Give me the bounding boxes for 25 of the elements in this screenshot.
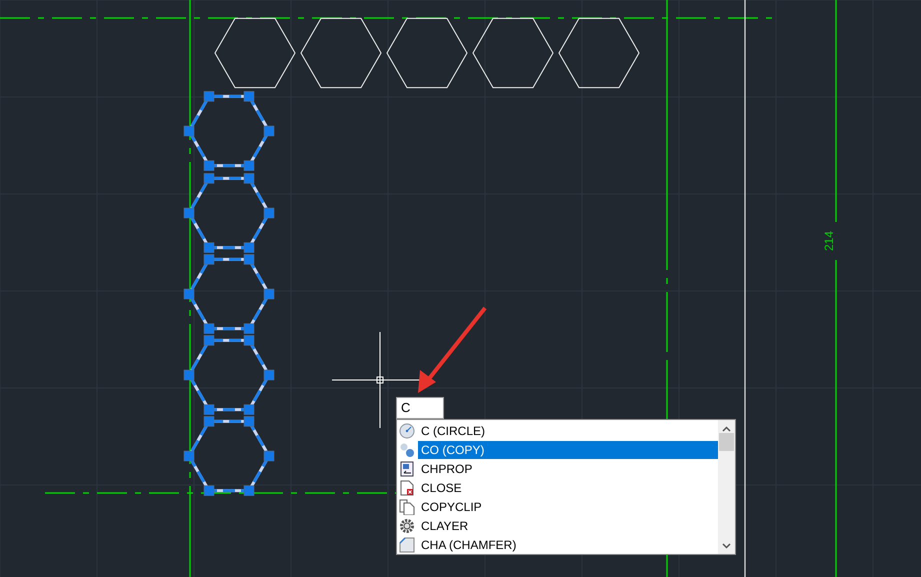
- circle-icon: [399, 422, 415, 438]
- command-input-field[interactable]: C: [396, 397, 444, 419]
- selected-hexagon[interactable]: [184, 416, 274, 496]
- command-suggestion[interactable]: CLAYER: [418, 516, 718, 534]
- document-close-icon: [399, 480, 415, 496]
- command-suggestion[interactable]: CHA (CHAMFER): [418, 536, 718, 554]
- documents-icon: [399, 498, 415, 514]
- command-suggestion[interactable]: COPYCLIP: [418, 498, 718, 516]
- scroll-down-icon[interactable]: [722, 543, 731, 549]
- selected-hexagon[interactable]: [184, 173, 274, 253]
- copy-circles-icon: [399, 442, 415, 458]
- chamfer-icon: [399, 536, 415, 552]
- command-suggestion[interactable]: CLOSE: [418, 478, 718, 496]
- scroll-up-icon[interactable]: [722, 426, 731, 432]
- scrollbar[interactable]: [718, 420, 735, 554]
- dimension-text: 214: [822, 230, 836, 252]
- command-suggestion[interactable]: C (CIRCLE): [418, 422, 718, 440]
- command-suggestion[interactable]: CHPROP: [418, 460, 718, 478]
- command-suggestion[interactable]: CO (COPY): [418, 440, 718, 458]
- selected-hexagon[interactable]: [184, 254, 274, 334]
- scrollbar-thumb[interactable]: [719, 433, 734, 451]
- selected-hexagon[interactable]: [184, 91, 274, 171]
- window-icon: [399, 460, 415, 476]
- selected-hexagon[interactable]: [184, 335, 274, 415]
- settings-icon: [399, 518, 415, 534]
